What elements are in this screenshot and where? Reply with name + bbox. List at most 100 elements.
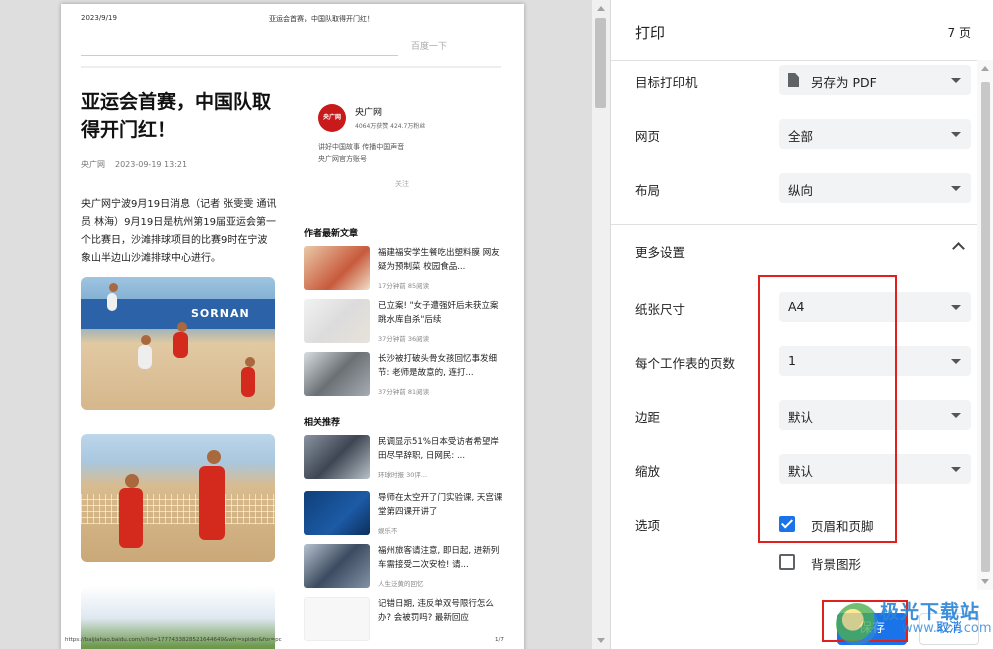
scrollbar-thumb[interactable]: [595, 18, 606, 108]
author-desc-line: 央广网官方账号: [318, 155, 367, 163]
news-meta: 37分钟前 81阅读: [378, 388, 430, 396]
news-thumbnail: [304, 246, 370, 290]
scale-label: 缩放: [635, 464, 661, 479]
search-input: [81, 34, 398, 56]
layout-select[interactable]: 纵向: [779, 173, 971, 203]
destination-select[interactable]: 另存为 PDF: [779, 65, 971, 95]
news-title: 记错日期, 违反单双号限行怎么办? 会被罚吗? 最新回应: [378, 599, 494, 623]
related-title: 相关推荐: [304, 418, 341, 428]
author-name: 央广网: [355, 108, 383, 118]
divider: [81, 66, 501, 68]
print-settings-panel: 打印 7 页 目标打印机 另存为 PDF 网页 全部 布局 纵向 更多设置 纸张…: [610, 0, 993, 649]
watermark-logo-icon: [836, 603, 878, 645]
page-count: 7 页: [947, 26, 971, 40]
news-thumbnail: [304, 544, 370, 588]
author-stats: 4064万获赞 424.7万粉丝: [355, 123, 426, 130]
layout-label: 布局: [635, 183, 661, 198]
player-head: [109, 283, 118, 292]
search-button: 百度一下: [411, 42, 448, 52]
print-preview-area: 2023/9/19 亚运会首赛，中国队取得开门红！ 百度一下 亚运会首赛，中国队…: [0, 0, 610, 649]
article-body: 央广网宁波9月19日消息（记者 张雯雯 通讯员 林海）9月19日是杭州第19届亚…: [81, 199, 277, 264]
news-thumbnail: [304, 352, 370, 396]
chevron-down-icon: [951, 359, 961, 364]
player: [138, 345, 152, 369]
pages-select[interactable]: 全部: [779, 119, 971, 149]
more-settings-toggle[interactable]: 更多设置: [635, 242, 685, 261]
author-desc-line: 讲好中国故事 传播中国声音: [318, 143, 405, 151]
player-head: [141, 335, 151, 345]
article-source: 央广网: [81, 160, 105, 169]
follow-button: 关注: [395, 180, 409, 188]
preview-scrollbar[interactable]: [592, 0, 610, 649]
news-thumbnail: [304, 597, 370, 641]
player-head: [177, 322, 187, 332]
article-photo-volleyball-2: [81, 434, 275, 562]
chevron-down-icon: [951, 132, 961, 137]
chevron-up-icon[interactable]: [952, 242, 965, 255]
article-meta: 央广网 2023-09-19 13:21: [81, 159, 187, 170]
article-photo-volleyball-1: SORNAN: [81, 277, 275, 410]
player-head: [207, 450, 221, 464]
photo-banner-text: SORNAN: [191, 307, 250, 320]
page-footer-url: https://baijiahao.baidu.com/s?id=1777433…: [65, 637, 282, 643]
layout-value: 纵向: [788, 183, 814, 198]
news-title: 福州旅客请注意, 即日起, 进新列车需接受二次安检! 请...: [378, 546, 500, 570]
preview-page: 2023/9/19 亚运会首赛，中国队取得开门红！ 百度一下 亚运会首赛，中国队…: [61, 4, 524, 649]
news-title: 已立案! "女子遭强奸后未获立案跳水库自杀"后续: [378, 301, 499, 325]
scroll-down-arrow-icon[interactable]: [597, 638, 605, 643]
chevron-down-icon: [951, 78, 961, 83]
scrollbar-thumb[interactable]: [981, 82, 990, 572]
scroll-up-arrow-icon[interactable]: [597, 6, 605, 11]
chevron-down-icon: [951, 305, 961, 310]
list-item: 长沙被打破头骨女孩回忆事发细节: 老师是故意的, 连打... 37分钟前 81阅…: [304, 352, 504, 400]
watermark-text: 极光下载站: [880, 601, 981, 623]
news-thumbnail: [304, 299, 370, 343]
destination-label: 目标打印机: [635, 75, 698, 90]
watermark-url: www.xz7.com: [902, 621, 992, 636]
article-datetime: 2023-09-19 13:21: [115, 160, 188, 169]
pages-per-sheet-label: 每个工作表的页数: [635, 356, 736, 371]
author-avatar: 央广网: [318, 104, 346, 132]
background-graphics-label[interactable]: 背景图形: [811, 554, 861, 573]
player: [199, 466, 225, 540]
list-item: 已立案! "女子遭强奸后未获立案跳水库自杀"后续 37分钟前 36阅读: [304, 299, 504, 347]
player: [173, 332, 188, 358]
pages-label: 网页: [635, 129, 661, 144]
news-thumbnail: [304, 435, 370, 479]
news-meta: 17分钟前 85阅读: [378, 282, 430, 290]
divider: [611, 60, 977, 61]
page-footer-number: 1/7: [495, 637, 504, 643]
chevron-down-icon: [951, 186, 961, 191]
player-head: [125, 474, 139, 488]
page-header-date: 2023/9/19: [81, 14, 117, 22]
destination-value: 另存为 PDF: [811, 75, 877, 90]
options-label: 选项: [635, 518, 661, 533]
background-graphics-checkbox[interactable]: [779, 554, 795, 570]
news-title: 长沙被打破头骨女孩回忆事发细节: 老师是故意的, 连打...: [378, 354, 498, 378]
news-title: 导师在太空开了门实验课, 天宫课堂第四课开讲了: [378, 493, 503, 517]
article-title: 亚运会首赛，中国队取得开门红！: [81, 91, 272, 141]
paper-size-label: 纸张尺寸: [635, 302, 686, 317]
list-item: 导师在太空开了门实验课, 天宫课堂第四课开讲了 娱乐不: [304, 491, 504, 539]
player: [107, 293, 117, 311]
list-item: 福州旅客请注意, 即日起, 进新列车需接受二次安检! 请... 人生泛黄的回忆: [304, 544, 504, 592]
scroll-down-arrow-icon[interactable]: [981, 579, 989, 584]
author-description: 讲好中国故事 传播中国声音 央广网官方账号: [318, 141, 404, 165]
player-head: [245, 357, 255, 367]
volleyball-net: [81, 494, 275, 524]
chevron-down-icon: [951, 467, 961, 472]
document-icon: [788, 73, 799, 87]
latest-articles-title: 作者最新文章: [304, 229, 359, 239]
list-item: 民调显示51%日本受访者希望岸田尽早辞职, 日网民: ... 环球时报 30评.…: [304, 435, 504, 483]
news-title: 福建福安学生餐吃出塑料膜 网友疑为预制菜 校园食品...: [378, 248, 500, 272]
news-thumbnail: [304, 491, 370, 535]
player: [241, 367, 255, 397]
news-meta: 37分钟前 36阅读: [378, 335, 430, 343]
settings-scrollbar[interactable]: [977, 60, 993, 590]
player: [119, 488, 143, 548]
scroll-up-arrow-icon[interactable]: [981, 66, 989, 71]
news-title: 民调显示51%日本受访者希望岸田尽早辞职, 日网民: ...: [378, 437, 499, 461]
chevron-down-icon: [951, 413, 961, 418]
watermark: 极光下载站 www.xz7.com: [830, 597, 993, 649]
pages-value: 全部: [788, 129, 814, 144]
